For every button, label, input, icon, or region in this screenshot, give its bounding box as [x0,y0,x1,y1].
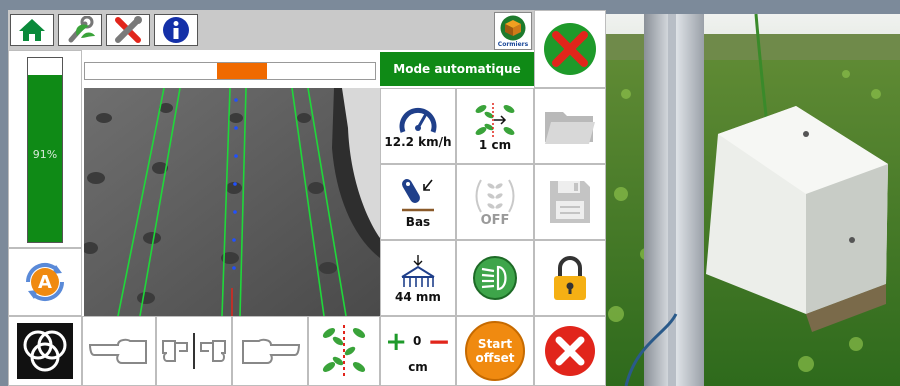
folder-button[interactable] [534,88,606,164]
camera-view [84,88,380,316]
hitch-lift-icon [402,178,434,211]
crop-row-icon [322,325,366,377]
info-button[interactable] [154,14,198,46]
guidance-off-icon [544,23,596,75]
start-offset-line2: offset [475,351,515,365]
tools-button[interactable] [106,14,150,46]
lights-button[interactable] [456,240,534,316]
color-filter-button[interactable] [8,316,82,386]
position-bar [84,62,376,80]
weeding-mode-tile[interactable]: OFF [456,164,534,240]
save-button[interactable] [534,164,606,240]
row-offset-icon [475,102,515,137]
auto-mode-button[interactable]: A [8,248,82,316]
offset-control-unit: cm [408,359,428,374]
speedometer-icon [399,107,437,133]
speed-tile[interactable]: 12.2 km/h [380,88,456,164]
cube-logo-icon [500,15,526,40]
speed-value: 12.2 km/h [384,134,452,149]
folder-icon [545,112,595,144]
shift-left-button[interactable] [82,316,156,386]
weeding-mode-icon [475,178,515,213]
depth-tile[interactable]: 44 mm [380,240,456,316]
sensor-photo [606,14,900,386]
start-offset-line1: Start [477,337,513,351]
shift-right-button[interactable] [232,316,308,386]
level-gauge: 91% [27,57,63,243]
home-button[interactable] [10,14,54,46]
hand-point-left-icon [88,338,147,364]
lock-button[interactable] [534,240,606,316]
hands-center-icon [162,333,226,369]
close-icon [545,326,595,376]
depth-value: 44 mm [395,289,441,304]
start-offset-button[interactable]: Start offset [456,316,534,386]
top-toolbar: Cormiers [8,10,606,50]
camera-rows-image [84,88,380,316]
info-icon [163,17,189,43]
logo-text: Cormiers [497,40,529,48]
save-icon [550,181,590,223]
control-panel: Cormiers Mode automatique 91% A 12.2 km/… [8,10,606,386]
mode-label: Mode automatique [380,52,534,86]
hitch-lift-tile[interactable]: Bas [380,164,456,240]
disable-guidance-button[interactable] [534,10,606,88]
position-marker[interactable] [217,63,267,79]
offset-minus-button[interactable]: − [427,327,450,355]
level-gauge-panel: 91% [8,50,82,248]
start-offset-circle: Start offset [465,321,525,381]
stop-button[interactable] [534,316,606,386]
tools-icon [115,16,142,43]
row-offset-tile[interactable]: 1 cm [456,88,534,164]
brand-logo: Cormiers [494,12,532,50]
offset-value: 1 cm [478,137,512,152]
position-bar-panel [82,50,380,88]
offset-plus-button[interactable]: + [385,329,407,355]
offset-control-row: + 0 − [385,327,451,355]
lock-icon [554,256,586,300]
wrench-leaf-icon [68,16,95,43]
auto-cycle-icon: A [25,262,65,302]
headlight-icon [473,256,517,300]
center-button[interactable] [156,316,232,386]
offset-control: + 0 − cm [380,316,456,386]
settings-crop-button[interactable] [58,14,102,46]
sensor-photo-image [606,14,900,386]
rgb-circles-icon [17,323,73,379]
home-icon [19,19,45,41]
auto-letter: A [38,272,52,293]
weeding-value: OFF [480,212,510,228]
level-gauge-label: 91% [32,148,58,161]
row-detection-button[interactable] [308,316,380,386]
hand-point-right-icon [242,338,301,364]
lift-value: Bas [405,214,431,229]
offset-control-value: 0 [412,334,422,348]
harrow-depth-icon [401,254,435,287]
